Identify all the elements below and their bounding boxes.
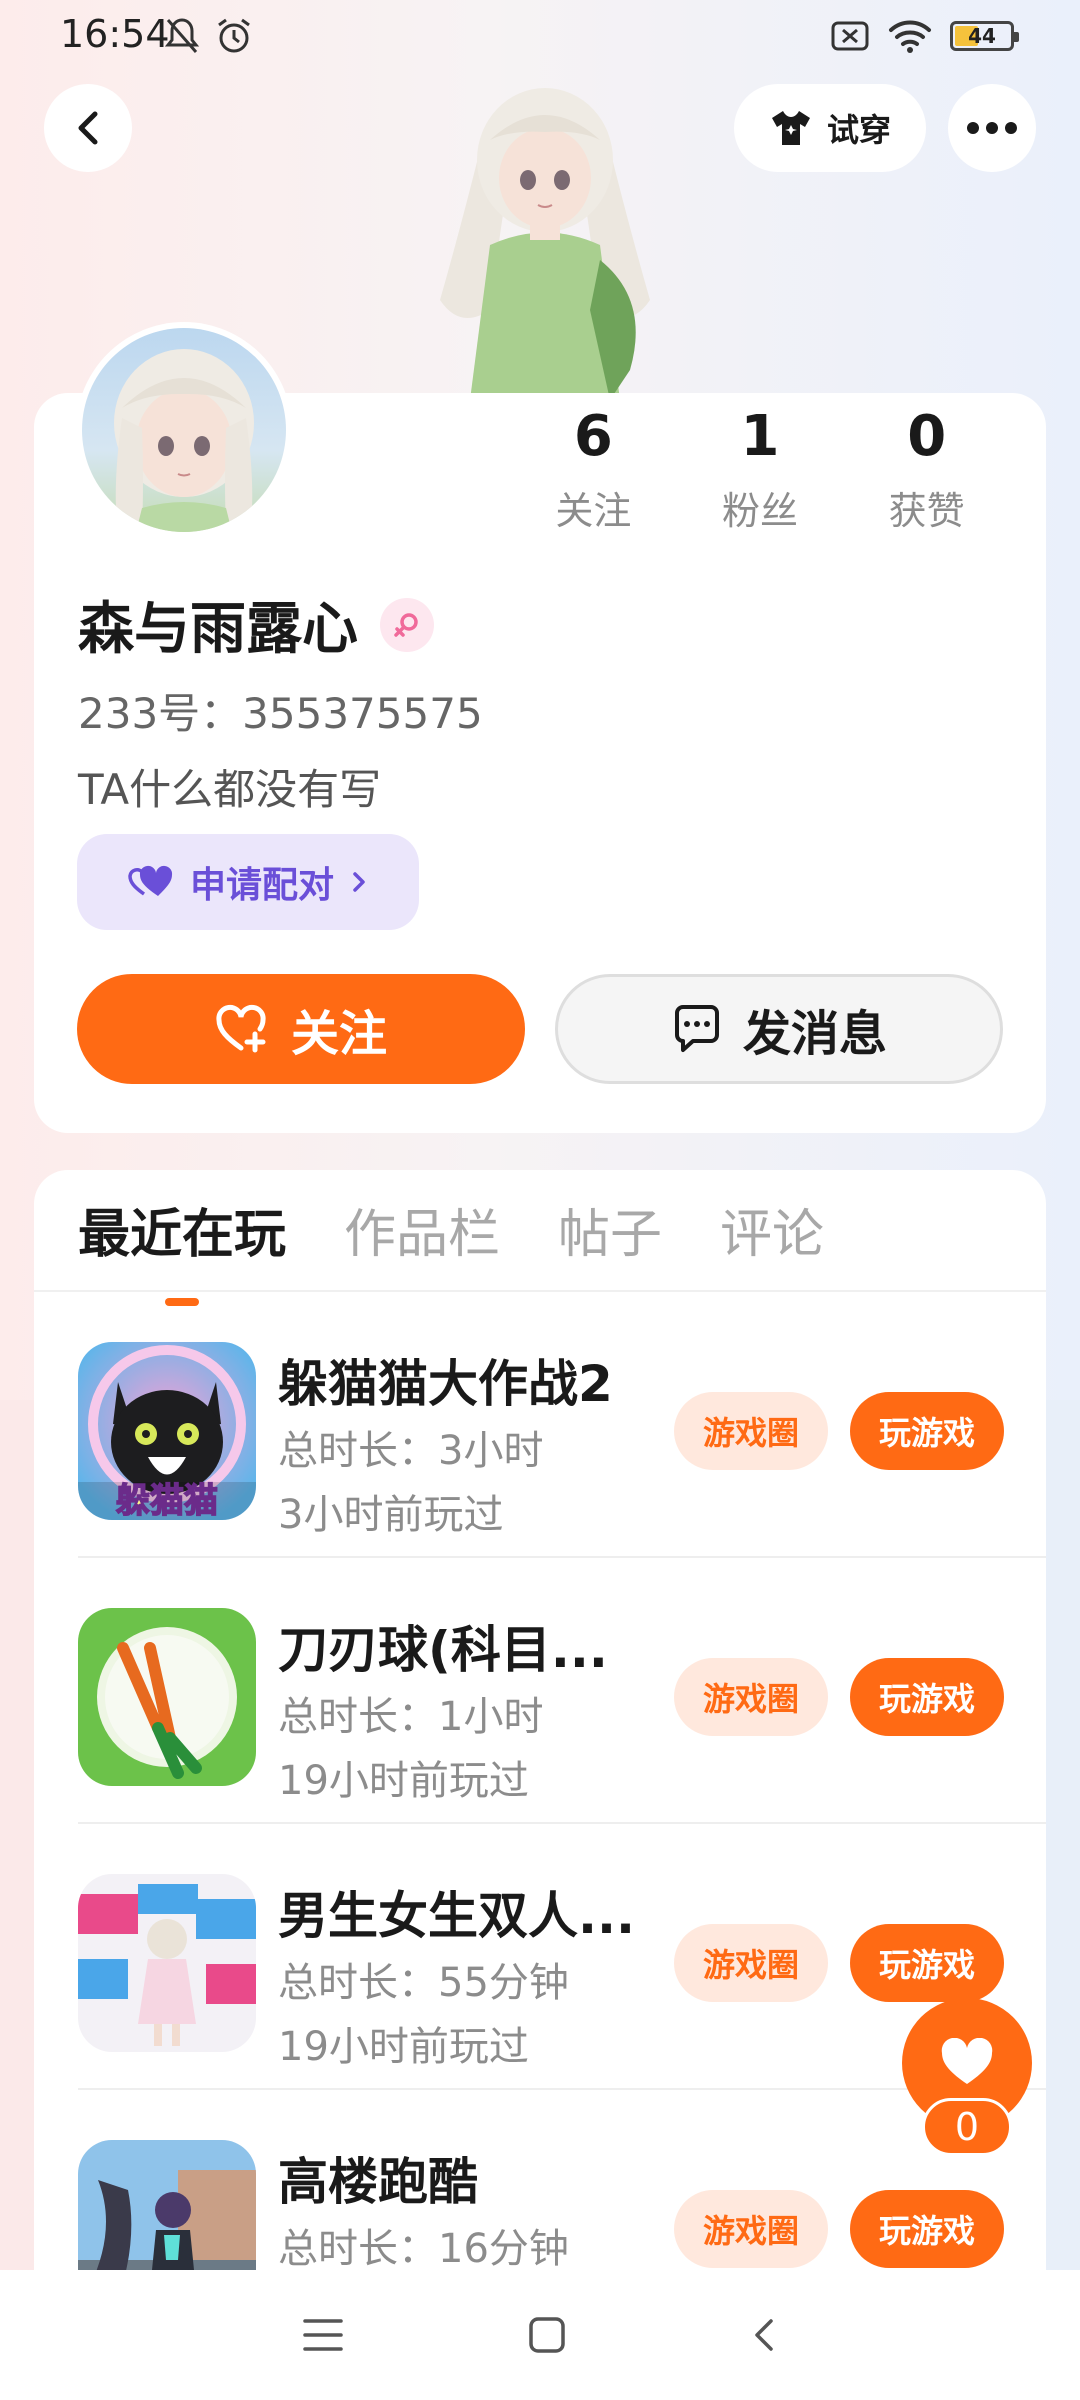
user-name: 森与雨露心: [78, 597, 358, 662]
chevron-right-icon: [353, 872, 365, 892]
try-on-label: 试穿: [826, 111, 891, 149]
name-row: 森与雨露心: [78, 584, 434, 665]
tab-recently-played[interactable]: 最近在玩: [78, 1190, 286, 1300]
game-icon-text: 躲猫猫: [116, 1481, 218, 1520]
stat-label: 获赞: [888, 489, 965, 533]
game-title: 男生女生双人...: [278, 1887, 635, 1945]
send-message-label: 发消息: [742, 1006, 887, 1062]
page-background-left: [0, 1400, 36, 2290]
play-game-button[interactable]: 玩游戏: [850, 2190, 1004, 2268]
play-game-button[interactable]: 玩游戏: [850, 1392, 1004, 1470]
game-circle-button[interactable]: 游戏圈: [674, 1924, 828, 2002]
sim-blocked-icon: [831, 21, 869, 51]
game-row[interactable]: 男生女生双人... 总时长：55分钟 19小时前玩过 游戏圈 玩游戏: [34, 1824, 1046, 2090]
tab-posts[interactable]: 帖子: [558, 1190, 662, 1300]
female-gender-icon: [380, 597, 434, 652]
game-last-played: 3小时前玩过: [278, 1492, 504, 1538]
game-title: 高楼跑酷: [278, 2153, 478, 2211]
menu-icon[interactable]: [301, 2315, 345, 2355]
chevron-left-icon: [78, 111, 98, 145]
stat-likes[interactable]: 0 获赞: [843, 402, 1010, 535]
game-title: 刀刃球(科目...: [278, 1621, 608, 1679]
profile-tabs: 最近在玩 作品栏 帖子 评论: [78, 1190, 824, 1300]
status-bar: 16:54 44: [0, 0, 1080, 80]
back-button[interactable]: [44, 84, 132, 172]
tab-works[interactable]: 作品栏: [344, 1190, 500, 1300]
game-duration: 总时长：3小时: [278, 1428, 544, 1474]
like-count-badge: 0: [922, 2098, 1012, 2156]
stat-following[interactable]: 6 关注: [510, 402, 677, 535]
game-circle-button[interactable]: 游戏圈: [674, 1392, 828, 1470]
game-duration: 总时长：55分钟: [278, 1960, 569, 2006]
tab-comments[interactable]: 评论: [720, 1190, 824, 1300]
game-last-played: 19小时前玩过: [278, 2024, 529, 2070]
avatar[interactable]: [76, 322, 292, 538]
game-icon-hide-and-seek: 躲猫猫: [78, 1342, 256, 1520]
try-on-button[interactable]: 试穿: [734, 84, 926, 172]
game-row[interactable]: 刀刃球(科目... 总时长：1小时 19小时前玩过 游戏圈 玩游戏: [34, 1558, 1046, 1824]
follow-button[interactable]: 关注: [77, 974, 525, 1084]
stat-value: 0: [907, 404, 947, 469]
user-bio: TA什么都没有写: [78, 765, 382, 814]
game-circle-button[interactable]: 游戏圈: [674, 2190, 828, 2268]
game-last-played: 19小时前玩过: [278, 1758, 529, 1804]
game-title: 躲猫猫大作战2: [278, 1355, 613, 1413]
status-icons-right: 44: [830, 18, 1019, 54]
page-background-right: [1044, 1400, 1080, 2290]
more-dots-icon: [967, 122, 1017, 134]
more-button[interactable]: [948, 84, 1036, 172]
game-row[interactable]: 高楼跑酷 总时长：16分钟 游戏圈 玩游戏: [34, 2090, 1046, 2300]
game-circle-button[interactable]: 游戏圈: [674, 1658, 828, 1736]
request-pair-label: 申请配对: [189, 865, 334, 906]
game-duration: 总时长：1小时: [278, 1694, 544, 1740]
recent-games-card: 最近在玩 作品栏 帖子 评论 躲猫猫 躲猫猫大作战2 总时长：3小时 3小时前玩…: [34, 1170, 1046, 2300]
tshirt-icon: [771, 111, 810, 145]
game-duration: 总时长：16分钟: [278, 2226, 569, 2272]
request-pair-button[interactable]: 申请配对: [77, 834, 419, 930]
status-time: 16:54: [60, 12, 170, 56]
avatar-image: [82, 328, 286, 532]
home-square-icon[interactable]: [527, 2315, 567, 2355]
battery-icon: 44: [950, 21, 1019, 51]
heart-plus-icon: [216, 1004, 266, 1053]
game-row[interactable]: 躲猫猫 躲猫猫大作战2 总时长：3小时 3小时前玩过 游戏圈 玩游戏: [34, 1292, 1046, 1558]
send-message-button[interactable]: 发消息: [555, 974, 1003, 1084]
stat-label: 关注: [555, 489, 632, 533]
back-chevron-icon[interactable]: [749, 2315, 779, 2355]
battery-level: 44: [968, 24, 996, 48]
stat-label: 粉丝: [722, 489, 799, 533]
character-model-image: [440, 88, 650, 400]
profile-stats: 6 关注 1 粉丝 0 获赞: [510, 402, 1010, 535]
bell-muted-icon: [164, 18, 200, 53]
game-icon-blade-ball: [78, 1608, 256, 1786]
play-game-button[interactable]: 玩游戏: [850, 1924, 1004, 2002]
status-icons-left: [164, 16, 254, 56]
user-id: 233号：355375575: [78, 689, 483, 738]
stat-followers[interactable]: 1 粉丝: [677, 402, 844, 535]
hearts-icon: [128, 865, 173, 896]
stat-value: 1: [740, 404, 780, 469]
system-nav-bar: [0, 2270, 1080, 2400]
play-game-button[interactable]: 玩游戏: [850, 1658, 1004, 1736]
follow-label: 关注: [290, 1006, 387, 1062]
game-icon-boy-girl-duo: [78, 1874, 256, 2052]
alarm-icon: [218, 18, 250, 53]
stat-value: 6: [573, 404, 613, 469]
wifi-icon: [889, 20, 931, 53]
heart-icon: [941, 2038, 993, 2084]
chat-bubble-icon: [674, 1005, 719, 1052]
